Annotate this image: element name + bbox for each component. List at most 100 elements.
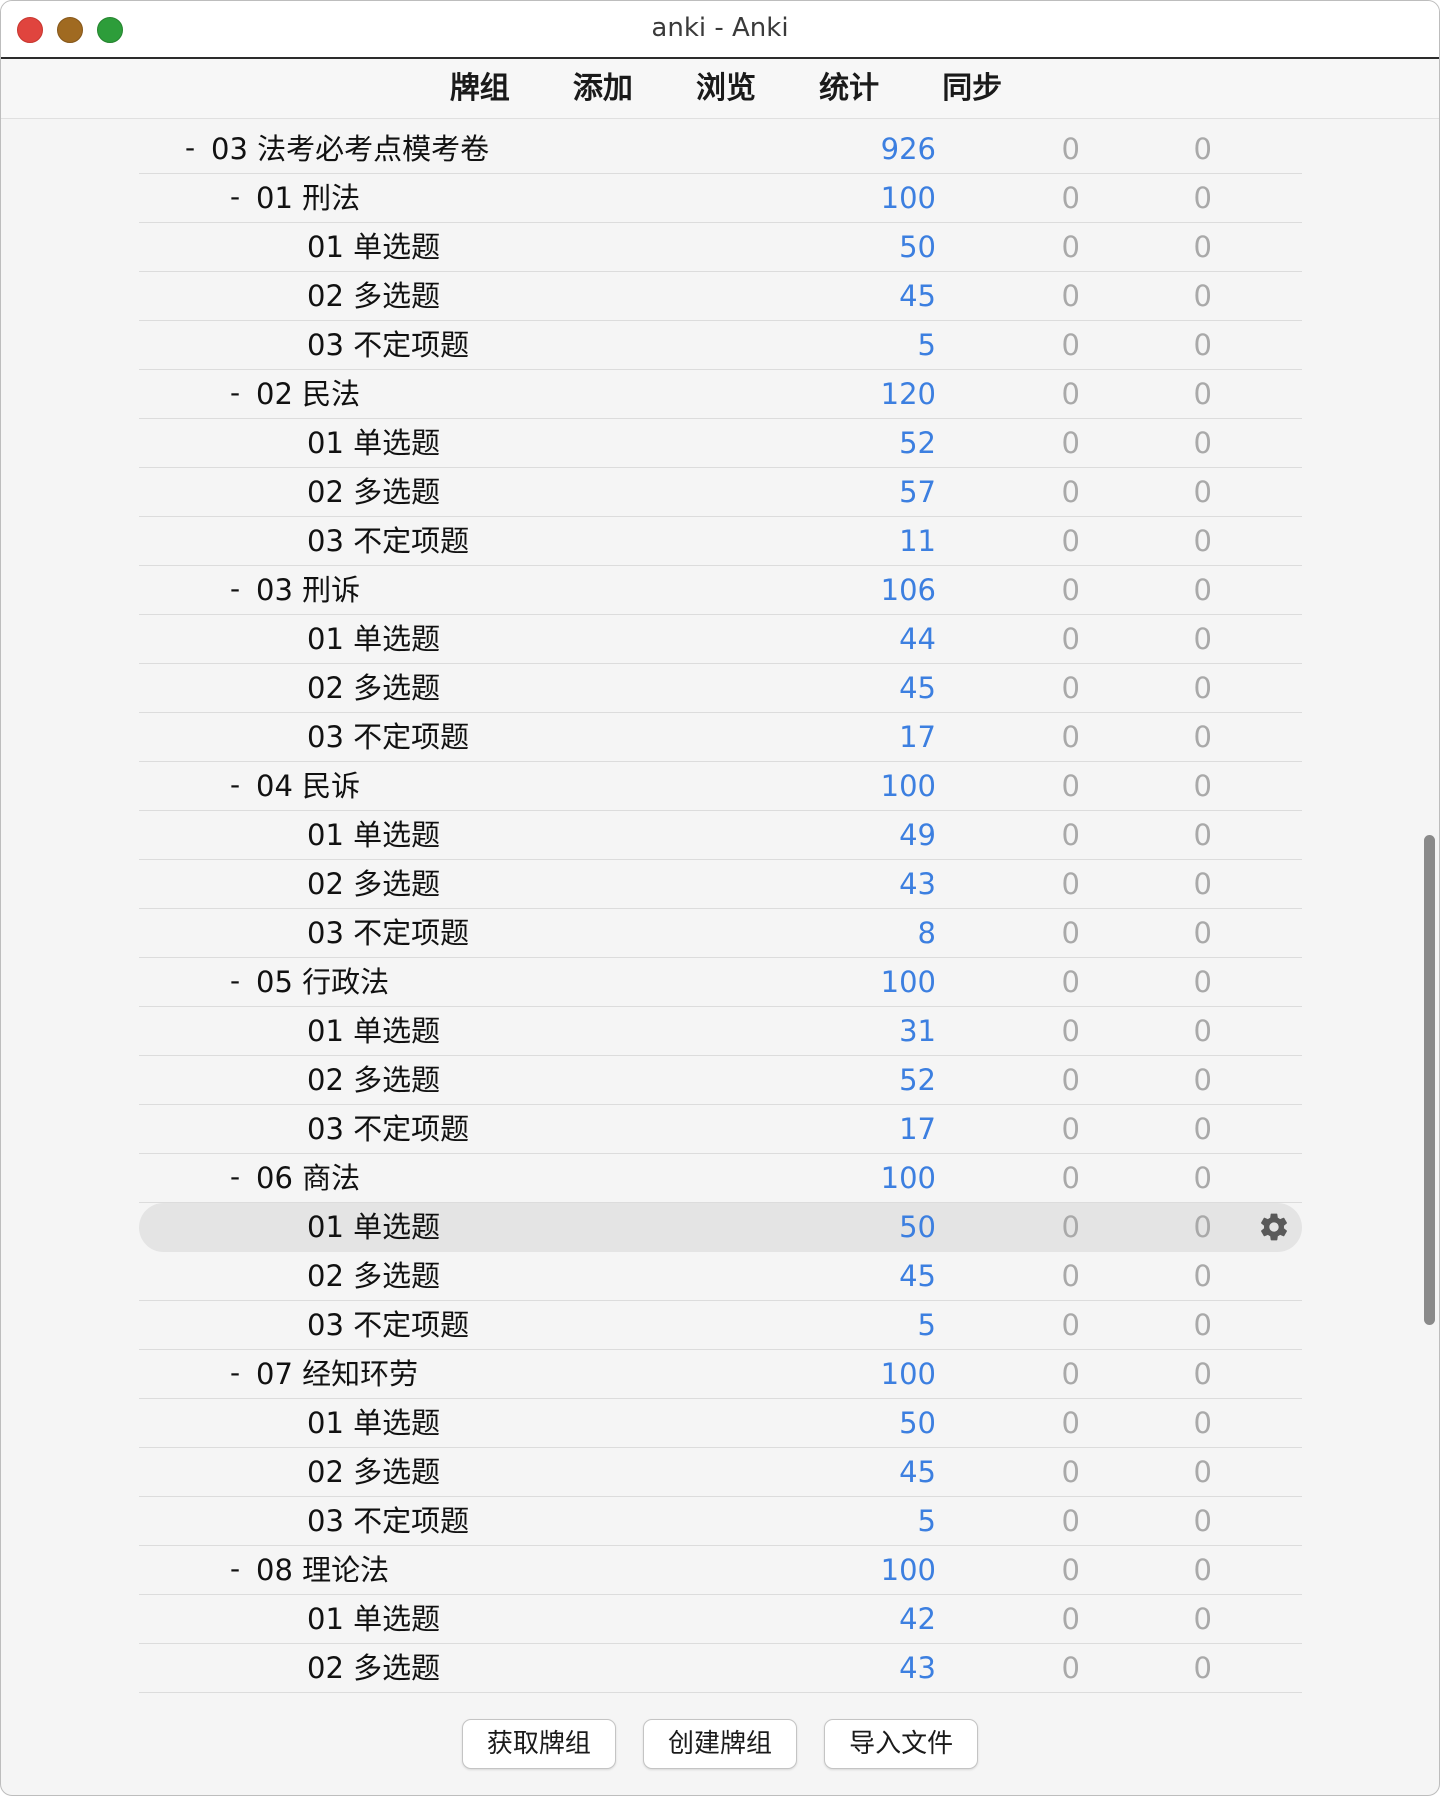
deck-name[interactable]: 01 单选题 <box>307 1595 440 1643</box>
deck-name[interactable]: 02 多选题 <box>307 468 440 516</box>
deck-name[interactable]: 03 不定项题 <box>307 713 469 761</box>
deck-row[interactable]: 02 多选题 43 0 0 <box>139 860 1302 909</box>
learn-count: 0 <box>1061 1406 1080 1440</box>
deck-name[interactable]: 02 多选题 <box>307 860 440 908</box>
deck-row[interactable]: 02 多选题 45 0 0 <box>139 664 1302 713</box>
deck-row[interactable]: 01 单选题 52 0 0 <box>139 419 1302 468</box>
deck-name[interactable]: 02 民法 <box>256 370 360 418</box>
deck-name[interactable]: 02 多选题 <box>307 664 440 712</box>
deck-name[interactable]: 03 不定项题 <box>307 909 469 957</box>
deck-name[interactable]: 03 不定项题 <box>307 1301 469 1349</box>
deck-name[interactable]: 02 多选题 <box>307 272 440 320</box>
deck-name[interactable]: 03 不定项题 <box>307 1497 469 1545</box>
deck-row[interactable]: 03 不定项题 5 0 0 <box>139 1497 1302 1546</box>
deck-row[interactable]: 03 不定项题 17 0 0 <box>139 1105 1302 1154</box>
vertical-scrollbar[interactable] <box>1421 125 1437 1695</box>
due-count: 0 <box>1193 818 1212 852</box>
collapse-toggle[interactable]: - <box>230 1350 240 1396</box>
scrollbar-thumb[interactable] <box>1424 835 1435 1325</box>
deck-name[interactable]: 01 单选题 <box>307 1203 440 1251</box>
toolbar-stats[interactable]: 统计 <box>819 59 879 119</box>
deck-row[interactable]: 03 不定项题 5 0 0 <box>139 321 1302 370</box>
deck-row[interactable]: -02 民法 120 0 0 <box>139 370 1302 419</box>
deck-row[interactable]: -08 理论法 100 0 0 <box>139 1546 1302 1595</box>
deck-name[interactable]: 03 刑诉 <box>256 566 360 614</box>
deck-row[interactable]: 01 单选题 50 0 0 <box>139 1203 1302 1252</box>
learn-count: 0 <box>1061 671 1080 705</box>
deck-name[interactable]: 01 单选题 <box>307 1007 440 1055</box>
new-count: 50 <box>899 230 936 264</box>
deck-name[interactable]: 03 不定项题 <box>307 321 469 369</box>
deck-row[interactable]: 01 单选题 49 0 0 <box>139 811 1302 860</box>
deck-row[interactable]: -05 行政法 100 0 0 <box>139 958 1302 1007</box>
learn-count: 0 <box>1061 1014 1080 1048</box>
deck-name[interactable]: 06 商法 <box>256 1154 360 1202</box>
deck-name[interactable]: 07 经知环劳 <box>256 1350 418 1398</box>
deck-name[interactable]: 02 多选题 <box>307 1056 440 1104</box>
deck-name[interactable]: 01 单选题 <box>307 419 440 467</box>
deck-row[interactable]: -04 民诉 100 0 0 <box>139 762 1302 811</box>
deck-row[interactable]: -03 刑诉 106 0 0 <box>139 566 1302 615</box>
collapse-toggle[interactable]: - <box>230 762 240 808</box>
deck-row[interactable]: -07 经知环劳 100 0 0 <box>139 1350 1302 1399</box>
deck-name[interactable]: 01 刑法 <box>256 174 360 222</box>
deck-name[interactable]: 02 多选题 <box>307 1644 440 1692</box>
deck-row[interactable]: 02 多选题 45 0 0 <box>139 1252 1302 1301</box>
deck-row[interactable]: 02 多选题 45 0 0 <box>139 272 1302 321</box>
deck-name[interactable]: 03 不定项题 <box>307 517 469 565</box>
gear-icon[interactable] <box>1258 1211 1290 1243</box>
deck-row[interactable]: 01 单选题 50 0 0 <box>139 223 1302 272</box>
new-count: 45 <box>899 279 936 313</box>
deck-row[interactable]: 03 不定项题 17 0 0 <box>139 713 1302 762</box>
deck-name[interactable]: 08 理论法 <box>256 1546 389 1594</box>
deck-name[interactable]: 05 行政法 <box>256 958 389 1006</box>
learn-count: 0 <box>1061 1602 1080 1636</box>
create-deck-button[interactable]: 创建牌组 <box>643 1719 797 1769</box>
new-count: 45 <box>899 1455 936 1489</box>
deck-row[interactable]: 03 不定项题 5 0 0 <box>139 1301 1302 1350</box>
deck-name[interactable]: 01 单选题 <box>307 223 440 271</box>
collapse-toggle[interactable]: - <box>230 370 240 416</box>
deck-name[interactable]: 01 单选题 <box>307 811 440 859</box>
toolbar-decks[interactable]: 牌组 <box>450 59 510 119</box>
new-count: 100 <box>880 965 936 999</box>
new-count: 44 <box>899 622 936 656</box>
deck-name[interactable]: 02 多选题 <box>307 1252 440 1300</box>
collapse-toggle[interactable]: - <box>230 174 240 220</box>
deck-name[interactable]: 03 不定项题 <box>307 1105 469 1153</box>
deck-name[interactable]: 01 单选题 <box>307 615 440 663</box>
toolbar-add[interactable]: 添加 <box>573 59 633 119</box>
collapse-toggle[interactable]: - <box>230 1154 240 1200</box>
deck-row[interactable]: 02 多选题 43 0 0 <box>139 1644 1302 1693</box>
learn-count: 0 <box>1061 1455 1080 1489</box>
deck-row[interactable]: 01 单选题 31 0 0 <box>139 1007 1302 1056</box>
import-file-button[interactable]: 导入文件 <box>824 1719 979 1769</box>
due-count: 0 <box>1193 181 1212 215</box>
deck-row[interactable]: 01 单选题 42 0 0 <box>139 1595 1302 1644</box>
deck-row[interactable]: 01 单选题 44 0 0 <box>139 615 1302 664</box>
deck-row[interactable]: 01 单选题 50 0 0 <box>139 1399 1302 1448</box>
due-count: 0 <box>1193 426 1212 460</box>
get-shared-decks-button[interactable]: 获取牌组 <box>461 1719 616 1769</box>
deck-row[interactable]: 02 多选题 57 0 0 <box>139 468 1302 517</box>
deck-row[interactable]: -01 刑法 100 0 0 <box>139 174 1302 223</box>
collapse-toggle[interactable]: - <box>230 958 240 1004</box>
deck-name[interactable]: 01 单选题 <box>307 1399 440 1447</box>
main-toolbar: 牌组 添加 浏览 统计 同步 <box>1 59 1439 119</box>
deck-row[interactable]: -03 法考必考点模考卷 926 0 0 <box>139 125 1302 174</box>
new-count: 8 <box>917 916 936 950</box>
deck-name[interactable]: 02 多选题 <box>307 1448 440 1496</box>
toolbar-sync[interactable]: 同步 <box>942 59 1002 119</box>
deck-row[interactable]: -06 商法 100 0 0 <box>139 1154 1302 1203</box>
deck-row[interactable]: 02 多选题 52 0 0 <box>139 1056 1302 1105</box>
collapse-toggle[interactable]: - <box>230 566 240 612</box>
collapse-toggle[interactable]: - <box>185 125 195 171</box>
deck-row[interactable]: 03 不定项题 8 0 0 <box>139 909 1302 958</box>
deck-row[interactable]: 02 多选题 45 0 0 <box>139 1448 1302 1497</box>
deck-name[interactable]: 03 法考必考点模考卷 <box>211 125 489 173</box>
learn-count: 0 <box>1061 524 1080 558</box>
toolbar-browse[interactable]: 浏览 <box>696 59 756 119</box>
collapse-toggle[interactable]: - <box>230 1546 240 1592</box>
deck-name[interactable]: 04 民诉 <box>256 762 360 810</box>
deck-row[interactable]: 03 不定项题 11 0 0 <box>139 517 1302 566</box>
